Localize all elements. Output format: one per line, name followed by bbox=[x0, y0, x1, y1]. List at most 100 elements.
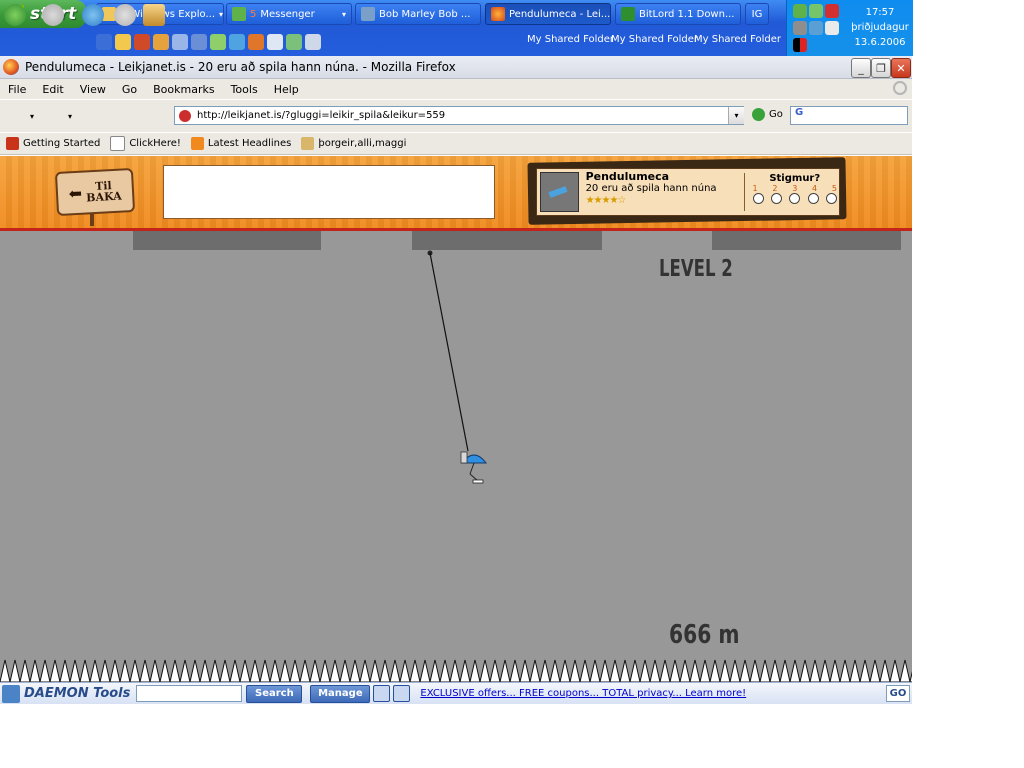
ie-icon[interactable] bbox=[229, 34, 245, 50]
task-label: IG bbox=[751, 8, 763, 20]
forward-arrow-icon[interactable] bbox=[42, 4, 64, 26]
daemon-offers-link[interactable]: EXCLUSIVE offers... FREE coupons... TOTA… bbox=[420, 688, 746, 699]
star-rating: ★★★★☆ bbox=[585, 195, 627, 206]
clock-date: 13.6.2006 bbox=[854, 37, 906, 48]
clock[interactable]: 17:57 þriðjudagur 13.6.2006 bbox=[850, 5, 910, 50]
url-bar[interactable]: http://leikjanet.is/?gluggi=leikir_spila… bbox=[174, 106, 744, 125]
music-icon bbox=[361, 7, 375, 21]
shared-folder-link[interactable]: My Shared Folder bbox=[694, 34, 781, 45]
rating-radio-3[interactable] bbox=[789, 193, 801, 204]
back-button[interactable]: ⬅ Til BAKA bbox=[54, 167, 136, 217]
go-arrow-icon bbox=[752, 108, 765, 121]
search-input[interactable]: G bbox=[790, 106, 908, 125]
messenger-tray-icon[interactable] bbox=[793, 4, 807, 18]
bookmark-clickhere[interactable]: ClickHere! bbox=[110, 136, 181, 151]
menubar: File Edit View Go Bookmarks Tools Help bbox=[0, 79, 912, 99]
shared-folder-link[interactable]: My Shared Folder bbox=[527, 34, 614, 45]
quick-launch bbox=[96, 34, 321, 50]
media-player-icon[interactable] bbox=[96, 34, 112, 50]
antivirus-icon[interactable] bbox=[825, 4, 839, 18]
app-icon[interactable] bbox=[191, 34, 207, 50]
rating-number: 3 bbox=[792, 184, 798, 193]
app-icon[interactable] bbox=[153, 34, 169, 50]
window-titlebar: Pendulumeca - Leikjanet.is - 20 eru að s… bbox=[0, 56, 912, 79]
menu-edit[interactable]: Edit bbox=[42, 83, 63, 96]
taskbar-item-ig[interactable]: IG bbox=[745, 3, 769, 25]
pendulum-robot-icon bbox=[460, 451, 488, 484]
app-icon[interactable] bbox=[134, 34, 150, 50]
app-icon[interactable] bbox=[267, 34, 283, 50]
settings-icon[interactable] bbox=[393, 685, 411, 702]
firefox-icon[interactable] bbox=[248, 34, 264, 50]
rating-radio-2[interactable] bbox=[770, 193, 782, 204]
taskbar-item-firefox[interactable]: Pendulumeca - Lei... bbox=[485, 3, 611, 25]
taskbar-item-bob-marley[interactable]: Bob Marley Bob ... bbox=[355, 3, 481, 25]
shared-folder-link[interactable]: My Shared Folder bbox=[611, 34, 698, 45]
url-dropdown-icon[interactable]: ▾ bbox=[728, 107, 744, 124]
menu-view[interactable]: View bbox=[80, 83, 106, 96]
chevron-down-icon[interactable]: ▾ bbox=[68, 112, 72, 121]
rating-radio-4[interactable] bbox=[807, 193, 819, 204]
bookmark-latest-headlines[interactable]: Latest Headlines bbox=[190, 137, 291, 150]
menu-go[interactable]: Go bbox=[122, 83, 137, 96]
site-favicon-icon bbox=[179, 109, 191, 122]
reload-icon[interactable] bbox=[82, 4, 104, 26]
daemon-tools-brand: DAEMON Tools bbox=[24, 686, 131, 701]
daemon-manage-button[interactable]: Manage bbox=[310, 684, 371, 703]
app-icon[interactable] bbox=[172, 34, 188, 50]
window-title: Pendulumeca - Leikjanet.is - 20 eru að s… bbox=[25, 60, 456, 74]
menu-tools[interactable]: Tools bbox=[231, 83, 258, 96]
advertisement-box[interactable] bbox=[163, 165, 495, 219]
bookmark-getting-started[interactable]: Getting Started bbox=[6, 137, 100, 150]
rating-radio-1[interactable] bbox=[752, 193, 764, 204]
daemon-search-input[interactable] bbox=[136, 685, 243, 702]
daemon-search-button[interactable]: Search bbox=[246, 684, 303, 703]
volume-icon[interactable] bbox=[809, 21, 823, 35]
game-thumbnail bbox=[540, 172, 579, 212]
bookmark-icon bbox=[6, 137, 19, 150]
app-icon[interactable] bbox=[210, 34, 226, 50]
bookmark-thorgeir[interactable]: þorgeir,alli,maggi bbox=[301, 137, 406, 150]
game-info-panel: Pendulumeca 20 eru að spila hann núna ★★… bbox=[536, 168, 840, 216]
back-arrow-icon[interactable] bbox=[4, 4, 26, 26]
taskbar-item-messenger[interactable]: 5 Messenger ▾ bbox=[226, 3, 352, 25]
rope-line bbox=[429, 252, 469, 452]
app-icon[interactable] bbox=[305, 34, 321, 50]
rating-widget: Stigmur? 1 2 3 4 5 bbox=[743, 173, 840, 211]
rating-number: 4 bbox=[812, 184, 818, 193]
task-label: Messenger bbox=[260, 8, 315, 20]
spike-floor bbox=[0, 659, 912, 682]
pencil-icon bbox=[301, 137, 315, 150]
disc-icon[interactable] bbox=[373, 685, 391, 702]
flag-tray-icon[interactable] bbox=[793, 38, 807, 52]
daemon-tools-logo-icon[interactable] bbox=[2, 684, 20, 703]
restore-button[interactable]: ❐ bbox=[871, 58, 891, 78]
folder-icon[interactable] bbox=[115, 34, 131, 50]
rss-icon bbox=[190, 137, 204, 150]
messenger-icon[interactable] bbox=[286, 34, 302, 50]
messenger-tray-icon[interactable] bbox=[809, 4, 823, 18]
menu-bookmarks[interactable]: Bookmarks bbox=[153, 83, 214, 96]
game-canvas[interactable]: LEVEL 2 666 m bbox=[0, 231, 912, 682]
rating-radio-5[interactable] bbox=[826, 193, 837, 204]
back-arrow-icon: ⬅ bbox=[68, 183, 83, 203]
players-text: 20 eru að spila hann núna bbox=[585, 183, 717, 194]
task-label: Pendulumeca - Lei... bbox=[509, 8, 611, 20]
close-button[interactable]: ✕ bbox=[891, 58, 911, 78]
menu-help[interactable]: Help bbox=[274, 83, 299, 96]
daemon-tools-toolbar: DAEMON Tools Search Manage EXCLUSIVE off… bbox=[0, 682, 912, 704]
firefox-icon bbox=[3, 59, 19, 75]
messenger-icon bbox=[232, 7, 246, 21]
app-tray-icon[interactable] bbox=[825, 21, 839, 35]
home-icon[interactable] bbox=[143, 4, 165, 26]
rating-number: 1 bbox=[752, 184, 758, 193]
stop-icon[interactable] bbox=[114, 4, 136, 26]
taskbar-item-bitlord[interactable]: BitLord 1.1 Down... bbox=[615, 3, 741, 25]
daemon-go-button[interactable]: GO bbox=[886, 685, 910, 702]
network-icon[interactable] bbox=[793, 21, 807, 35]
go-button[interactable]: Go bbox=[752, 108, 783, 121]
chevron-down-icon[interactable]: ▾ bbox=[30, 112, 34, 121]
menu-file[interactable]: File bbox=[8, 83, 26, 96]
minimize-button[interactable]: _ bbox=[851, 58, 871, 78]
rating-number: 2 bbox=[772, 184, 778, 193]
